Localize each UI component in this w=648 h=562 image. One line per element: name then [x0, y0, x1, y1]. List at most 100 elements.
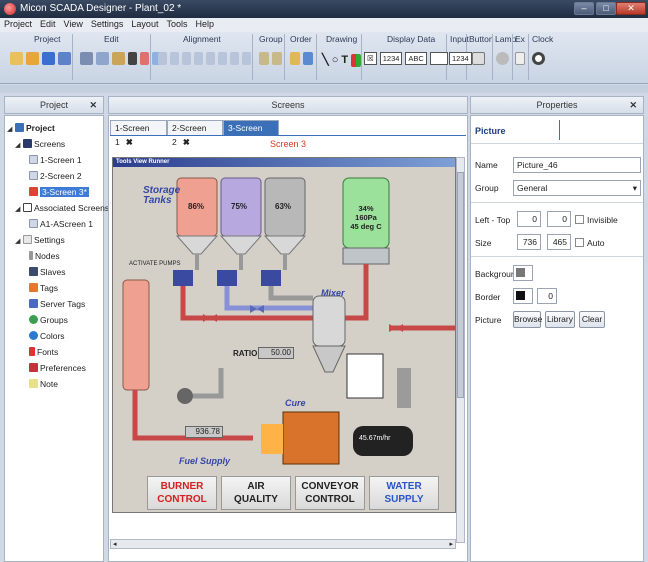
print-icon[interactable] — [58, 52, 71, 65]
rectangle-display-icon[interactable] — [429, 52, 448, 65]
tab-screen-2[interactable]: 2-Screen 2 ✖ — [167, 120, 223, 147]
maximize-button[interactable]: □ — [596, 2, 616, 15]
distribute-h-icon[interactable] — [230, 52, 239, 65]
scroll-left-icon[interactable]: ◂ — [113, 541, 117, 548]
color-fill-icon[interactable] — [351, 53, 362, 67]
text-display-icon[interactable]: ABC — [405, 52, 427, 65]
border-color-picker[interactable] — [513, 288, 533, 304]
tree-item-screen-2[interactable]: 2-Screen 2 — [29, 168, 82, 184]
tab-screen-3[interactable]: 3-Screen 3 ✖ — [223, 120, 279, 147]
properties-panel-close-icon[interactable]: ✕ — [629, 97, 637, 114]
top-input[interactable]: 0 — [547, 211, 571, 227]
ellipse-icon[interactable]: ○ — [332, 54, 339, 66]
undo-icon[interactable] — [140, 52, 149, 65]
width-input[interactable]: 736 — [517, 234, 541, 250]
menu-layout[interactable]: Layout — [127, 18, 162, 29]
group-icon[interactable] — [259, 52, 269, 65]
valve-1[interactable] — [203, 314, 217, 322]
external-icon[interactable] — [515, 52, 525, 65]
invisible-checkbox[interactable] — [575, 215, 584, 224]
background-color-picker[interactable] — [513, 265, 533, 281]
tree-item-tags[interactable]: Tags — [29, 280, 58, 296]
ribbon-group-edit: Edit — [104, 34, 119, 44]
project-panel-close-icon[interactable]: ✕ — [89, 97, 97, 114]
close-button[interactable]: ✕ — [616, 2, 646, 15]
minimize-button[interactable]: – — [574, 2, 594, 15]
tag-list-popup[interactable] — [346, 353, 384, 399]
ungroup-icon[interactable] — [272, 52, 282, 65]
tree-item-slaves[interactable]: Slaves — [29, 264, 66, 280]
group-select[interactable]: General ▾ — [513, 180, 641, 196]
checkbox-icon[interactable]: ☒ — [364, 52, 377, 65]
menu-view[interactable]: View — [60, 18, 87, 29]
air-quality-button[interactable]: AIR QUALITY — [221, 476, 291, 510]
bring-front-icon[interactable] — [290, 52, 300, 65]
library-button[interactable]: Library — [545, 311, 575, 328]
distribute-v-icon[interactable] — [242, 52, 251, 65]
send-back-icon[interactable] — [303, 52, 313, 65]
menu-help[interactable]: Help — [191, 18, 218, 29]
tree-item-settings[interactable]: ◢ Settings — [15, 232, 65, 248]
clock-icon[interactable] — [532, 52, 545, 65]
tree-item-preferences[interactable]: Preferences — [29, 360, 86, 376]
menu-project[interactable]: Project — [0, 18, 36, 29]
tree-item-associated-screens[interactable]: ◢ Associated Screens — [15, 200, 109, 216]
tree-item-groups[interactable]: Groups — [29, 312, 68, 328]
align-center-icon[interactable] — [170, 52, 179, 65]
tree-item-fonts[interactable]: Fonts — [29, 344, 58, 360]
height-input[interactable]: 465 — [547, 234, 571, 250]
fuel-supply-label: Fuel Supply — [179, 456, 231, 466]
tree-item-colors[interactable]: Colors — [29, 328, 65, 344]
pump-2[interactable] — [217, 270, 237, 286]
horizontal-scrollbar[interactable]: ◂ ▸ — [110, 539, 456, 549]
cut-icon[interactable] — [80, 52, 93, 65]
screens-panel-title: Screens — [271, 100, 305, 110]
delete-icon[interactable] — [128, 52, 137, 65]
numeric-display-icon[interactable]: 1234 — [379, 52, 403, 65]
properties-tab-picture[interactable]: Picture — [475, 126, 506, 136]
align-bottom-icon[interactable] — [218, 52, 227, 65]
scroll-right-icon[interactable]: ▸ — [449, 541, 453, 548]
name-input[interactable]: Picture_46 — [513, 157, 641, 173]
align-left-icon[interactable] — [158, 52, 167, 65]
clear-button[interactable]: Clear — [579, 311, 605, 328]
button-icon[interactable] — [472, 52, 485, 65]
align-top-icon[interactable] — [194, 52, 203, 65]
left-input[interactable]: 0 — [517, 211, 541, 227]
new-project-icon[interactable] — [10, 52, 23, 65]
border-width-input[interactable]: 0 — [537, 288, 557, 304]
burner-control-button[interactable]: BURNER CONTROL — [147, 476, 217, 510]
line-icon[interactable]: ╲ — [322, 54, 329, 66]
tree-item-server-tags[interactable]: Server Tags — [29, 296, 85, 312]
pump-3[interactable] — [261, 270, 281, 286]
align-right-icon[interactable] — [182, 52, 191, 65]
lamp-icon[interactable] — [496, 52, 509, 65]
copy-icon[interactable] — [96, 52, 109, 65]
open-folder-icon[interactable] — [26, 52, 39, 65]
auto-checkbox[interactable] — [575, 238, 584, 247]
pump-1[interactable] — [173, 270, 193, 286]
scada-picture-canvas[interactable]: Tools View Runner Storage Tanks 86% 75% … — [112, 157, 456, 513]
tree-item-note[interactable]: Note — [29, 376, 58, 392]
tree-item-screens[interactable]: ◢ Screens — [15, 136, 65, 152]
save-icon[interactable] — [42, 52, 55, 65]
menu-tools[interactable]: Tools — [162, 18, 191, 29]
conveyor-control-button[interactable]: CONVEYOR CONTROL — [295, 476, 365, 510]
text-icon[interactable]: T — [341, 54, 348, 66]
align-middle-icon[interactable] — [206, 52, 215, 65]
scroll-thumb[interactable] — [457, 172, 464, 398]
browse-button[interactable]: Browse — [513, 311, 542, 328]
tree-item-screen-3[interactable]: 3-Screen 3* — [29, 184, 89, 200]
tab-screen-1[interactable]: 1-Screen 1 ✖ — [110, 120, 167, 147]
vertical-scrollbar[interactable] — [456, 157, 465, 543]
valve-3[interactable] — [389, 324, 403, 332]
tree-item-screen-1[interactable]: 1-Screen 1 — [29, 152, 82, 168]
numeric-input-icon[interactable]: 1234 — [449, 52, 472, 65]
menu-edit[interactable]: Edit — [36, 18, 60, 29]
water-supply-button[interactable]: WATER SUPPLY — [369, 476, 439, 510]
tree-item-nodes[interactable]: Nodes — [29, 248, 60, 264]
tree-item-project[interactable]: ◢ Project — [7, 120, 55, 136]
tree-item-ascreen-1[interactable]: A1-AScreen 1 — [29, 216, 93, 232]
menu-settings[interactable]: Settings — [87, 18, 128, 29]
paste-icon[interactable] — [112, 52, 125, 65]
